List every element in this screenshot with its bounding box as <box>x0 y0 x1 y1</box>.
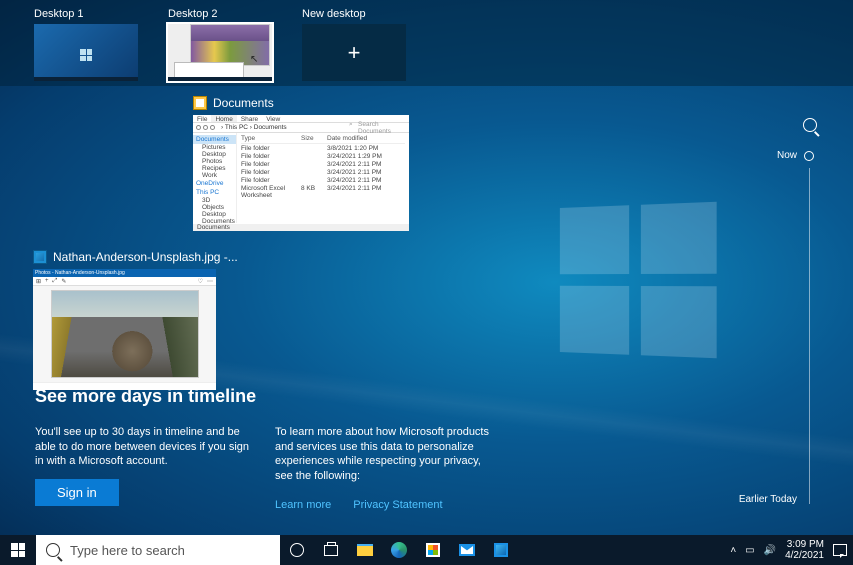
search-icon <box>46 543 60 557</box>
file-explorer-thumbnail: File Home Share View › This PC › Documen… <box>193 115 409 231</box>
taskbar: Type here to search ˄ ▭ 🔊 3:09 PM 4/2/20… <box>0 535 853 565</box>
cortana-button[interactable] <box>280 535 314 565</box>
timeline-marker-earlier: Earlier Today <box>739 494 797 505</box>
plus-icon: + <box>302 24 406 81</box>
timeline-marker-now: Now <box>777 150 797 161</box>
store-button[interactable] <box>416 535 450 565</box>
desktop-label: Desktop 1 <box>34 8 138 20</box>
window-title: Nathan-Anderson-Unsplash.jpg -... <box>53 250 238 264</box>
timeline-item-documents[interactable]: Documents File Home Share View › This PC… <box>193 96 409 231</box>
sign-in-button[interactable]: Sign in <box>35 479 119 506</box>
timeline-item-photo[interactable]: Nathan-Anderson-Unsplash.jpg -... Photos… <box>33 250 238 390</box>
photos-app-thumbnail: Photos - Nathan-Anderson-Unsplash.jpg ⊞+… <box>33 269 216 390</box>
timeline-signin-prompt: See more days in timeline You'll see up … <box>35 386 535 513</box>
new-desktop[interactable]: New desktop + <box>302 8 406 86</box>
desktop-label: Desktop 2 <box>168 8 272 20</box>
virtual-desktops-bar: Desktop 1 Desktop 2 ↖ New desktop + <box>0 0 853 86</box>
desktop-2[interactable]: Desktop 2 ↖ <box>168 8 272 86</box>
search-icon[interactable] <box>803 118 817 132</box>
prompt-text: You'll see up to 30 days in timeline and… <box>35 425 255 470</box>
network-icon[interactable]: ▭ <box>745 545 754 556</box>
photos-button[interactable] <box>484 535 518 565</box>
file-explorer-button[interactable] <box>348 535 382 565</box>
clock[interactable]: 3:09 PM 4/2/2021 <box>785 539 824 561</box>
folder-icon <box>193 96 207 110</box>
action-center-icon[interactable] <box>833 544 847 556</box>
desktop-label: New desktop <box>302 8 406 20</box>
privacy-statement-link[interactable]: Privacy Statement <box>353 498 442 513</box>
desktop-1[interactable]: Desktop 1 <box>34 8 138 86</box>
photos-icon <box>33 250 47 264</box>
edge-button[interactable] <box>382 535 416 565</box>
search-placeholder: Type here to search <box>70 543 185 558</box>
timeline-scrollbar[interactable]: Now Earlier Today <box>803 118 815 506</box>
start-button[interactable] <box>0 535 36 565</box>
prompt-heading: See more days in timeline <box>35 386 535 407</box>
task-view-button[interactable] <box>314 535 348 565</box>
learn-more-link[interactable]: Learn more <box>275 498 331 513</box>
prompt-text: To learn more about how Microsoft produc… <box>275 425 495 484</box>
tray-overflow-icon[interactable]: ˄ <box>730 545 736 556</box>
window-title: Documents <box>213 96 274 110</box>
mail-button[interactable] <box>450 535 484 565</box>
search-input[interactable]: Type here to search <box>36 535 280 565</box>
volume-icon[interactable]: 🔊 <box>764 545 776 556</box>
